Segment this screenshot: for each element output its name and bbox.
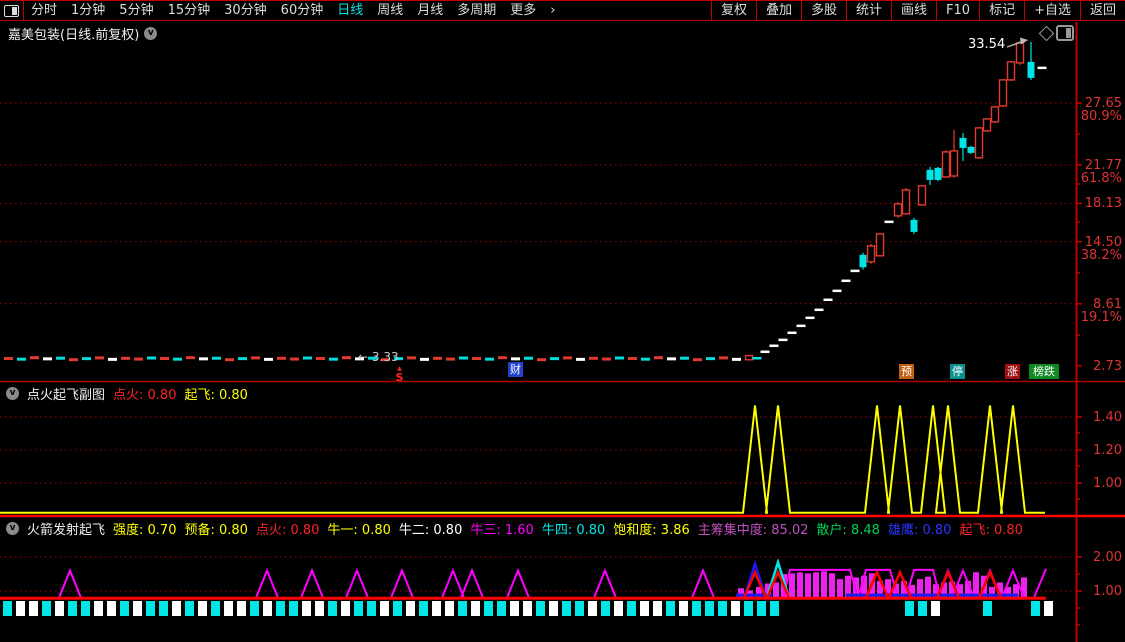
indicator-value-强度: 强度: 0.70 (113, 519, 176, 538)
event-marker-涨[interactable]: 涨 (1005, 364, 1020, 379)
event-marker-财[interactable]: 财 (508, 362, 523, 377)
chevron-down-icon[interactable]: v (6, 522, 19, 535)
price-annotation: ← 3.33 (358, 350, 399, 364)
indicator-value-饱和度: 饱和度: 3.86 (613, 519, 689, 538)
fib-pct-label: 19.1% (1081, 310, 1122, 325)
indicator-value-点火: 点火: 0.80 (256, 519, 319, 538)
indicator-value-点火: 点火: 0.80 (113, 384, 176, 403)
panel2-header: v 火箭发射起飞 强度: 0.70 预备: 0.80 点火: 0.80 牛一: 0.8… (6, 519, 1023, 538)
fib-pct-label: 80.9% (1081, 109, 1122, 124)
chevron-down-icon[interactable]: v (144, 27, 157, 40)
panel1-header: v 点火起飞副图 点火: 0.80 起飞: 0.80 (6, 384, 248, 403)
sub2-axis-label: 1.00 (1093, 584, 1122, 599)
price-annotation: 33.54 (968, 37, 1005, 52)
chart-title-bar: 嘉美包装(日线.前复权) v (8, 24, 157, 43)
indicator-value-散户: 散户: 8.48 (817, 519, 880, 538)
fib-pct-label: 61.8% (1081, 171, 1122, 186)
event-marker-榜跌[interactable]: 榜跌 (1029, 364, 1059, 379)
indicator-value-主筹集中度: 主筹集中度: 85.02 (698, 519, 809, 538)
signal-marker-S: ▲S (392, 366, 407, 383)
sub1-axis-label: 1.20 (1093, 443, 1122, 458)
indicator-name[interactable]: 点火起飞副图 (27, 384, 105, 403)
sub2-axis-label: 2.00 (1093, 550, 1122, 565)
indicator-value-牛四: 牛四: 0.80 (542, 519, 605, 538)
chevron-down-icon[interactable]: v (6, 387, 19, 400)
layout-switch-icon[interactable] (1056, 25, 1074, 41)
indicator-value-预备: 预备: 0.80 (184, 519, 247, 538)
sub1-axis-label: 1.00 (1093, 476, 1122, 491)
indicator-value-起飞: 起飞: 0.80 (959, 519, 1022, 538)
event-marker-停[interactable]: 停 (950, 364, 965, 379)
event-marker-预[interactable]: 预 (899, 364, 914, 379)
indicator-value-牛一: 牛一: 0.80 (327, 519, 390, 538)
indicator-value-雄鹰: 雄鹰: 0.80 (888, 519, 951, 538)
indicator-value-起飞: 起飞: 0.80 (184, 384, 247, 403)
indicator-value-牛三: 牛三: 1.60 (470, 519, 533, 538)
fib-pct-label: 38.2% (1081, 248, 1122, 263)
price-axis-label: 2.73 (1093, 359, 1122, 374)
app-window: 分时1分钟5分钟15分钟30分钟60分钟日线周线月线多周期更多› 复权叠加多股统… (0, 0, 1125, 642)
stock-title: 嘉美包装(日线.前复权) (8, 24, 139, 43)
indicator-value-牛二: 牛二: 0.80 (399, 519, 462, 538)
chart-canvas[interactable] (0, 0, 1125, 642)
indicator-name[interactable]: 火箭发射起飞 (27, 519, 105, 538)
sub1-axis-label: 1.40 (1093, 410, 1122, 425)
price-axis-label: 18.13 (1085, 196, 1122, 211)
